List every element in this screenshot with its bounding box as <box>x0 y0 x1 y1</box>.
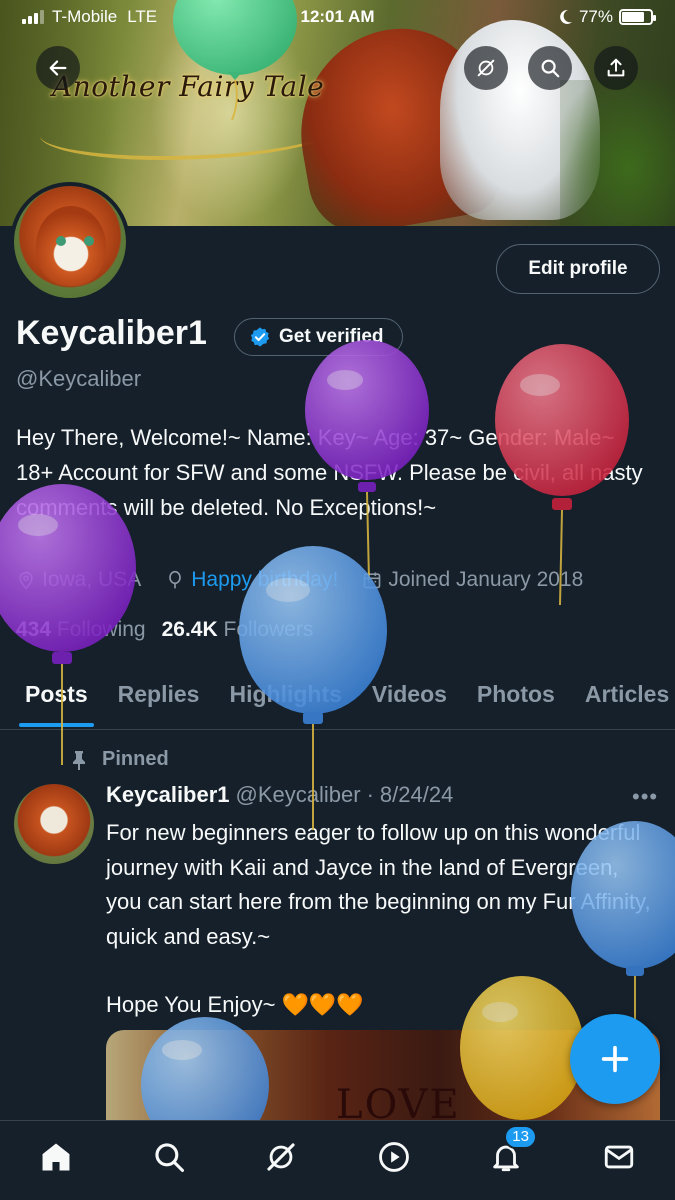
profile-handle: @Keycaliber <box>16 366 142 391</box>
location-pin-icon <box>19 571 33 590</box>
nav-grok[interactable] <box>259 1135 303 1179</box>
joined-text: Joined January 2018 <box>388 568 584 591</box>
pinned-indicator: Pinned <box>70 748 169 771</box>
post-author-avatar[interactable] <box>14 784 94 864</box>
bottom-navigation: 13 <box>0 1120 675 1200</box>
pinned-label: Pinned <box>102 748 169 770</box>
search-button[interactable] <box>528 46 572 90</box>
notification-badge: 13 <box>504 1124 537 1149</box>
following-count: 434 <box>16 618 52 641</box>
get-verified-label: Get verified <box>279 326 384 347</box>
grok-icon <box>477 59 495 77</box>
plus-icon <box>601 1045 629 1073</box>
followers-link[interactable]: 26.4K Followers <box>162 618 314 642</box>
tab-posts[interactable]: Posts <box>19 660 94 729</box>
following-link[interactable]: 434 Following <box>16 618 146 642</box>
nav-video[interactable] <box>372 1135 416 1179</box>
joined-date: Joined January 2018 <box>362 568 583 592</box>
birthday-link[interactable]: Happy birthday! <box>191 568 338 592</box>
profile-bio: Hey There, Welcome!~ Name: Key~ Age: 37~… <box>16 425 643 520</box>
verified-badge-icon <box>250 327 270 347</box>
search-icon <box>155 1142 184 1172</box>
battery-percent: 77% <box>578 7 613 26</box>
compose-button[interactable] <box>570 1014 660 1104</box>
tab-replies[interactable]: Replies <box>118 660 200 729</box>
post-author-name[interactable]: Keycaliber1 <box>106 782 230 808</box>
share-icon <box>607 58 625 77</box>
share-button[interactable] <box>594 46 638 90</box>
signal-icon <box>22 10 44 24</box>
profile-meta: Iowa, USA Happy birthday! Joined January… <box>16 568 607 592</box>
status-bar: T-Mobile LTE 12:01 AM 77% <box>0 0 675 34</box>
back-arrow-icon <box>49 60 67 76</box>
get-verified-button[interactable]: Get verified <box>234 318 403 356</box>
search-icon <box>541 59 560 78</box>
post-author-handle: @Keycaliber <box>235 782 361 807</box>
tab-videos[interactable]: Videos <box>372 660 447 729</box>
moon-icon <box>560 9 572 24</box>
nav-messages[interactable] <box>597 1135 641 1179</box>
grok-icon <box>267 1142 295 1171</box>
balloon-icon <box>169 570 182 589</box>
home-icon <box>42 1143 70 1170</box>
post-separator: · <box>366 782 374 807</box>
following-label: Following <box>56 618 146 641</box>
profile-avatar[interactable] <box>10 182 130 302</box>
more-options-icon[interactable]: ••• <box>632 784 658 810</box>
post-text-2: Hope You Enjoy~ 🧡🧡🧡 <box>106 992 364 1017</box>
video-icon <box>378 1141 409 1172</box>
edit-profile-button[interactable]: Edit profile <box>496 244 660 294</box>
nav-notifications[interactable]: 13 <box>484 1124 537 1179</box>
location: Iowa, USA <box>16 568 141 592</box>
network-label: LTE <box>127 7 158 26</box>
location-text: Iowa, USA <box>42 568 142 591</box>
profile-tabs: Posts Replies Highlights Videos Photos A… <box>0 660 675 730</box>
nav-search[interactable] <box>147 1135 191 1179</box>
follow-counts: 434 Following 26.4K Followers <box>16 618 313 642</box>
grok-button[interactable] <box>464 46 508 90</box>
banner-title: Another Fairy Tale <box>52 70 325 103</box>
post-header: Keycaliber1 @Keycaliber · 8/24/24 <box>106 782 453 808</box>
back-button[interactable] <box>36 46 80 90</box>
carrier-label: T-Mobile <box>52 7 118 26</box>
followers-count: 26.4K <box>161 618 218 641</box>
display-name: Keycaliber1 <box>16 314 207 352</box>
post-date: 8/24/24 <box>379 782 454 807</box>
followers-label: Followers <box>223 618 314 641</box>
messages-icon <box>604 1145 633 1168</box>
nav-home[interactable] <box>34 1135 78 1179</box>
post-text: For new beginners eager to follow up on … <box>106 820 651 949</box>
pin-icon <box>73 750 85 770</box>
calendar-icon <box>363 572 381 589</box>
post-body: For new beginners eager to follow up on … <box>106 816 651 1023</box>
battery-icon <box>619 9 656 25</box>
tab-highlights[interactable]: Highlights <box>229 660 341 729</box>
birthday[interactable]: Happy birthday! <box>165 568 338 592</box>
tab-articles[interactable]: Articles <box>585 660 669 729</box>
tab-photos[interactable]: Photos <box>477 660 555 729</box>
